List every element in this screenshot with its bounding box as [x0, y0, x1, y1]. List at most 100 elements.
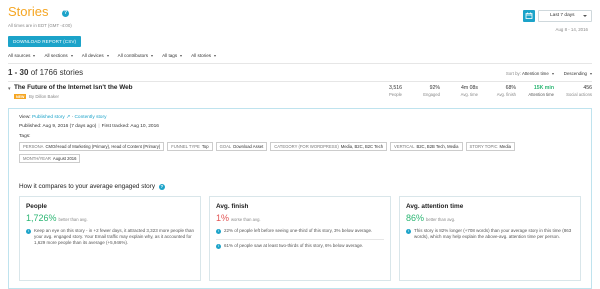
metric-label: Avg. finish [496, 92, 516, 97]
card-qualifier: better than avg. [58, 217, 88, 222]
sort-order-value: Descending [563, 71, 587, 76]
story-metrics: 3,516 People 92% Engaged 4m 08s Avg. time 6… [364, 85, 592, 98]
metric-value: 3,516 [389, 85, 402, 91]
info-icon: i [26, 228, 31, 234]
date-range-text: Aug 8 - 14, 2016 [555, 27, 588, 32]
calendar-icon [525, 12, 533, 19]
insight: i This story is 82% longer (+708 words) t… [406, 228, 574, 240]
card-value: 1,726% better than avg. [26, 213, 194, 225]
tag: MONTH/YEAR August 2016 [19, 154, 81, 163]
chevron-down-icon [106, 55, 109, 57]
chevron-down-icon [583, 15, 587, 17]
filter-sources[interactable]: All sources [8, 52, 36, 60]
date-range-select-label: Last 7 days [550, 13, 575, 18]
compare-heading-text: How it compares to your average engaged … [19, 183, 156, 190]
filter-label: All stories [191, 53, 212, 58]
tag-list: PERSONA CMO/Head of Marketing (Primary), … [19, 142, 579, 163]
tag-key: FUNNEL TYPE [171, 144, 200, 149]
divider [8, 81, 592, 82]
first-tracked-date: First tracked: Aug 10, 2016 [101, 124, 159, 129]
tag: STORY TOPIC Media [465, 142, 515, 151]
filter-label: All sections [44, 53, 68, 58]
metric-value: 68% [505, 85, 516, 91]
insight: i 61% of people saw at least two-thirds o… [216, 243, 384, 249]
timezone-note: All times are in EDT (GMT -4:00) [8, 23, 72, 28]
chevron-down-icon [214, 55, 217, 57]
calendar-button[interactable] [523, 10, 535, 22]
card-title: Avg. finish [216, 203, 249, 210]
tag-key: STORY TOPIC [469, 144, 498, 149]
tags-label: Tags: [19, 134, 31, 139]
metric-label: Attention time [528, 92, 554, 97]
filter-label: All tags [162, 53, 178, 58]
publish-info: Published: Aug 9, 2016 (7 days ago) | Firs… [19, 124, 581, 132]
tag: VERTICAL B2C, B2B Tech, Media [390, 142, 463, 151]
card-value: 1% worse than avg. [216, 213, 384, 225]
story-title[interactable]: The Future of the Internet Isn't the Web [14, 84, 133, 91]
sort-by-value: Attention time [521, 71, 549, 76]
filter-devices[interactable]: All devices [82, 52, 109, 60]
view-links: View: Published story ↗ · Contently stor… [19, 115, 581, 123]
insight: i 22% of people left before seeing one-th… [216, 228, 384, 234]
new-badge: NEW [14, 94, 27, 99]
story-row[interactable]: ▾ The Future of the Internet Isn't the W… [8, 84, 592, 106]
chevron-down-icon [151, 55, 154, 57]
avg-attention-time-card: Avg. attention time 86% better than avg. … [399, 196, 581, 281]
page-title: Stories [8, 4, 49, 19]
metric-value: 456 [583, 85, 592, 91]
card-qualifier: better than avg. [426, 217, 456, 222]
page-header: Stories ? All times are in EDT (GMT -4:0… [8, 4, 592, 48]
published-story-link[interactable]: Published story [32, 115, 65, 120]
compare-heading: How it compares to your average engaged … [19, 183, 165, 190]
metric-label: Avg. time [460, 92, 478, 97]
metric-value: 4m 08s [460, 85, 478, 91]
tag-key: MONTH/YEAR [23, 156, 51, 161]
tag-key: CATEGORY (FOR WORDPRESS) [274, 144, 339, 149]
insight-text: 22% of people left before seeing one-thi… [224, 228, 373, 233]
divider [8, 63, 592, 64]
metric-label: Engaged [423, 92, 440, 97]
story-detail-panel: View: Published story ↗ · Contently stor… [8, 108, 592, 289]
metric-label: People [388, 92, 402, 97]
tag-value: CMO/Head of Marketing (Primary), Head of… [45, 144, 161, 149]
contently-story-link[interactable]: Contently story [74, 115, 106, 120]
insight-text: 61% of people saw at least two-thirds of… [224, 243, 364, 249]
metric-label: Social actions [566, 92, 592, 97]
card-value: 86% better than avg. [406, 213, 574, 225]
chevron-down-icon [70, 55, 73, 57]
tag-key: VERTICAL [394, 144, 415, 149]
help-icon[interactable]: ? [158, 184, 165, 190]
published-date: Published: Aug 9, 2016 (7 days ago) [19, 124, 97, 129]
info-icon: i [406, 228, 411, 234]
comparison-cards: People 1,726% better than avg. i Keep an e… [19, 196, 581, 281]
metric-people: 3,516 People [364, 85, 402, 98]
filter-label: All sources [8, 53, 31, 58]
external-link-icon: ↗ [66, 115, 71, 120]
filter-contributors[interactable]: All contributors [117, 52, 154, 60]
metric-engaged: 92% Engaged [402, 85, 440, 98]
sort-controls: Sort by: Attention time Descending [506, 71, 592, 76]
card-value-number: 86% [406, 213, 425, 223]
insight-text: This story is 82% longer (+708 words) th… [414, 228, 572, 240]
help-icon[interactable]: ? [62, 10, 69, 17]
list-summary: 1 - 30 of 1766 stories Sort by: Attentio… [8, 68, 592, 80]
filter-stories[interactable]: All stories [191, 52, 217, 60]
tag: PERSONA CMO/Head of Marketing (Primary), … [19, 142, 165, 151]
download-report-button[interactable]: DOWNLOAD REPORT (CSV) [8, 36, 82, 47]
insight-text: Keep an eye on this story - in +2 fewer … [34, 228, 194, 246]
filter-tags[interactable]: All tags [162, 52, 183, 60]
tag: GOAL Download Asset [215, 142, 268, 151]
filter-sections[interactable]: All sections [44, 52, 73, 60]
chevron-down-icon [33, 55, 36, 57]
tag: CATEGORY (FOR WORDPRESS) Media, B2C, B2C … [270, 142, 388, 151]
date-range-select[interactable]: Last 7 days [538, 10, 592, 22]
metric-avg-finish: 68% Avg. finish [478, 85, 516, 98]
tag-value: Download Asset [233, 144, 264, 149]
sort-order-select[interactable]: Descending [564, 71, 592, 76]
chevron-down-icon [551, 72, 554, 75]
filter-label: All devices [81, 53, 104, 58]
tag-value: Media [499, 144, 511, 149]
filter-label: All contributors [117, 53, 149, 58]
chevron-down-icon[interactable]: ▾ [8, 86, 11, 92]
sort-by-select[interactable]: Attention time [522, 71, 554, 76]
